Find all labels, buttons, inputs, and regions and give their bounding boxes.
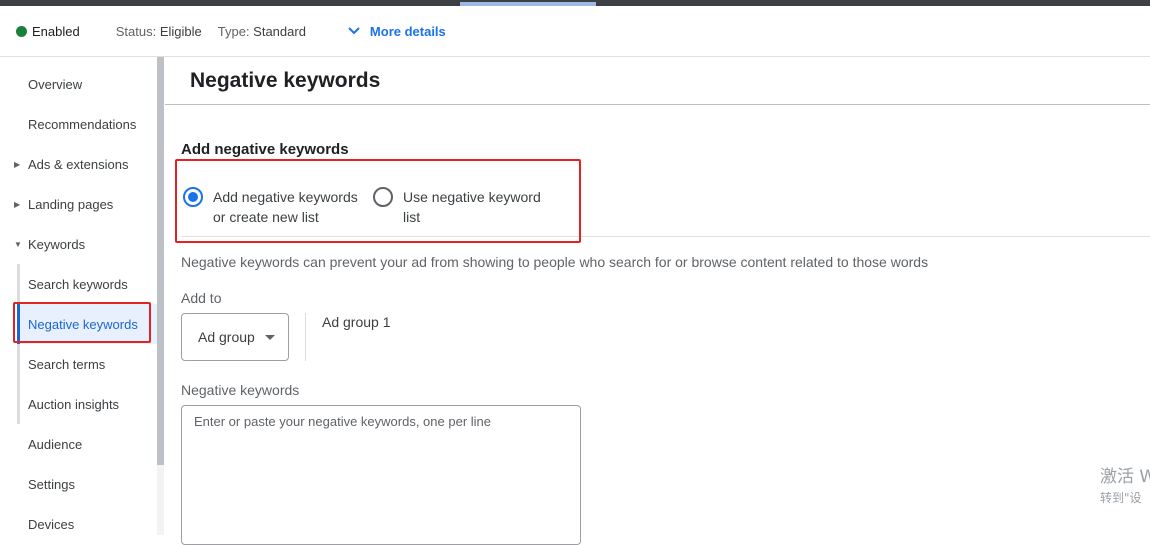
type-key: Type: [217, 23, 250, 39]
type-info: Type: Standard [218, 24, 306, 39]
sidebar-item-devices[interactable]: Devices [0, 504, 157, 544]
caret-right-icon: ▶ [14, 199, 21, 209]
add-to-label: Add to [181, 290, 222, 306]
section-title: Add negative keywords [181, 141, 349, 158]
campaign-status-bar: Enabled Status: Eligible Type: Standard … [0, 6, 1150, 57]
watermark-line-2: 转到"设 [1100, 491, 1142, 505]
caret-right-icon: ▶ [14, 159, 21, 169]
sidebar-item-settings[interactable]: Settings [0, 464, 157, 504]
sidebar-item-label: Overview [28, 76, 83, 92]
title-divider [165, 104, 1150, 105]
status-key: Status: [115, 23, 157, 39]
sidebar-nav: Overview Recommendations ▶ Ads & extensio… [0, 57, 157, 535]
sidebar-item-search-keywords[interactable]: Search keywords [17, 264, 157, 304]
radio-add-negative-keywords[interactable]: Add negative keywords or create new list [183, 187, 373, 227]
sidebar-item-audience[interactable]: Audience [0, 424, 157, 464]
type-value: Standard [253, 23, 306, 39]
sidebar-item-search-terms[interactable]: Search terms [17, 344, 157, 384]
more-details-button[interactable]: More details [348, 24, 446, 39]
status-info: Status: Eligible [116, 24, 202, 39]
section-divider [181, 236, 1150, 237]
sidebar-item-landing-pages[interactable]: ▶ Landing pages [0, 184, 157, 224]
sidebar-item-ads-extensions[interactable]: ▶ Ads & extensions [0, 144, 157, 184]
radio-label: Add negative keywords or create new list [213, 189, 358, 225]
select-value: Ad group [198, 329, 255, 345]
sidebar-item-label: Negative keywords [28, 316, 138, 332]
sidebar-item-overview[interactable]: Overview [0, 64, 157, 104]
page-title: Negative keywords [190, 69, 381, 92]
caret-down-icon: ▼ [14, 239, 22, 249]
dropdown-arrow-icon [264, 334, 275, 340]
sidebar-item-auction-insights[interactable]: Auction insights [17, 384, 157, 424]
windows-activation-watermark: 激活 W 转到"设 [1100, 462, 1150, 506]
watermark-line-1: 激活 W [1100, 467, 1150, 487]
sidebar-item-label: Landing pages [28, 196, 114, 212]
sidebar-item-label: Keywords [28, 236, 86, 252]
vertical-divider [305, 313, 306, 361]
negative-keywords-textarea[interactable] [181, 405, 581, 545]
more-details-label: More details [369, 23, 446, 39]
sidebar-item-negative-keywords[interactable]: Negative keywords [17, 304, 157, 344]
chevron-down-icon [348, 27, 360, 35]
sidebar-item-keywords[interactable]: ▼ Keywords [0, 224, 157, 264]
sidebar-item-label: Recommendations [28, 116, 137, 132]
sidebar-item-label: Search keywords [28, 276, 128, 292]
radio-label: Use negative keyword list [403, 189, 541, 225]
sidebar-item-recommendations[interactable]: Recommendations [0, 104, 157, 144]
sidebar-item-label: Devices [28, 516, 75, 532]
sidebar-scrollbar-thumb[interactable] [157, 57, 164, 465]
radio-use-negative-keyword-list[interactable]: Use negative keyword list [373, 187, 553, 227]
sidebar-item-label: Search terms [28, 356, 106, 372]
selected-ad-group[interactable]: Ad group 1 [322, 314, 391, 330]
sidebar-item-label: Audience [28, 436, 83, 452]
status-value: Eligible [159, 23, 202, 39]
sidebar-item-label: Auction insights [28, 396, 120, 412]
enabled-status-label: Enabled [32, 23, 80, 39]
radio-unchecked-icon [373, 187, 393, 207]
enabled-status-dot-icon [16, 25, 27, 37]
negative-keywords-description: Negative keywords can prevent your ad fr… [181, 254, 929, 270]
sidebar-item-label: Ads & extensions [28, 156, 129, 172]
negative-keywords-label: Negative keywords [181, 382, 300, 398]
radio-checked-icon [183, 187, 203, 207]
sidebar-item-label: Settings [28, 476, 75, 492]
main-content: Negative keywords Add negative keywords … [165, 57, 1150, 545]
add-to-level-select[interactable]: Ad group [181, 313, 289, 361]
sidebar-scrollbar-track[interactable] [157, 465, 164, 535]
